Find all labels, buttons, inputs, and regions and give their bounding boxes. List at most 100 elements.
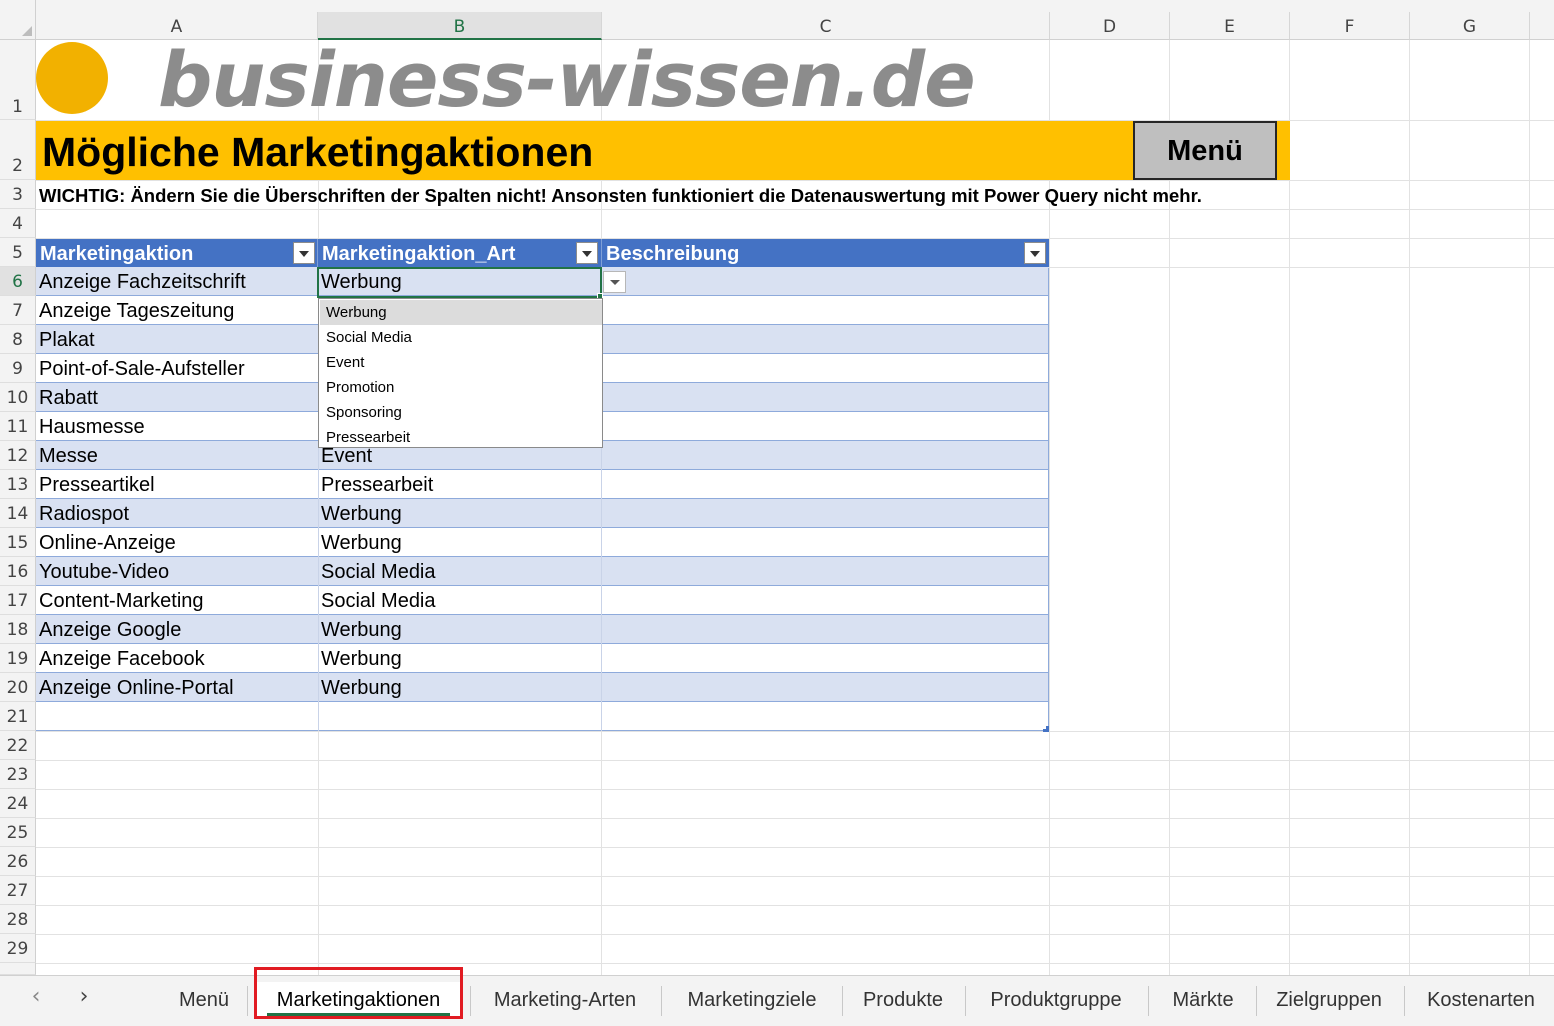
cell-art[interactable]: Werbung [318, 499, 602, 528]
cell-art[interactable]: Werbung [318, 528, 602, 557]
tab-scroll-left-icon[interactable]: ‹ [24, 984, 48, 1009]
row-header[interactable]: 7 [0, 296, 36, 325]
filter-dropdown-icon[interactable] [293, 242, 315, 264]
cell-marketingaktion[interactable]: Presseartikel [36, 470, 318, 499]
validation-list[interactable]: Werbung Social Media Event Promotion Spo… [318, 298, 603, 448]
cell-marketingaktion[interactable]: Anzeige Tageszeitung [36, 296, 318, 325]
table-row[interactable]: Anzeige Online-Portal Werbung [36, 673, 1049, 702]
cell-marketingaktion[interactable]: Youtube-Video [36, 557, 318, 586]
row-header[interactable]: 5 [0, 238, 36, 267]
row-header[interactable]: 13 [0, 470, 36, 499]
table-row[interactable]: Youtube-Video Social Media [36, 557, 1049, 586]
filter-dropdown-icon[interactable] [1024, 242, 1046, 264]
table-header-marketingaktion: Marketingaktion [36, 239, 318, 268]
validation-dropdown-icon[interactable] [603, 271, 626, 293]
list-option-promotion[interactable]: Promotion [320, 375, 602, 400]
tab-produkte[interactable]: Produkte [843, 982, 963, 1018]
menu-button[interactable]: Menü [1133, 121, 1277, 180]
table-row[interactable]: Presseartikel Pressearbeit [36, 470, 1049, 499]
active-cell[interactable] [317, 267, 602, 298]
row-header[interactable]: 21 [0, 702, 36, 731]
table-row[interactable]: Anzeige Google Werbung [36, 615, 1049, 644]
gridline [36, 789, 1554, 790]
select-all-corner[interactable] [0, 0, 36, 40]
cell-marketingaktion[interactable]: Anzeige Fachzeitschrift [36, 267, 318, 296]
table-row[interactable]: Online-Anzeige Werbung [36, 528, 1049, 557]
table-header-beschreibung: Beschreibung [602, 239, 1049, 268]
row-header[interactable]: 10 [0, 383, 36, 412]
list-option-event[interactable]: Event [320, 350, 602, 375]
row-header[interactable]: 20 [0, 673, 36, 702]
row-header[interactable]: 15 [0, 528, 36, 557]
tab-maerkte[interactable]: Märkte [1149, 982, 1257, 1018]
row-header[interactable]: 26 [0, 847, 36, 876]
cell-marketingaktion[interactable]: Point-of-Sale-Aufsteller [36, 354, 318, 383]
cell-art[interactable]: Social Media [318, 557, 602, 586]
tab-kostenarten[interactable]: Kostenarten [1408, 982, 1554, 1018]
row-header[interactable]: 19 [0, 644, 36, 673]
column-header-g[interactable]: G [1410, 12, 1530, 40]
column-header-d[interactable]: D [1050, 12, 1170, 40]
cell-marketingaktion[interactable]: Radiospot [36, 499, 318, 528]
cell-marketingaktion[interactable]: Online-Anzeige [36, 528, 318, 557]
highlight-box [254, 967, 463, 1019]
row-header[interactable]: 29 [0, 934, 36, 963]
gridline [36, 180, 1554, 181]
cell-art[interactable]: Werbung [318, 673, 602, 702]
row-header[interactable]: 3 [0, 180, 36, 209]
tab-zielgruppen[interactable]: Zielgruppen [1257, 982, 1401, 1018]
row-header[interactable]: 1 [0, 40, 36, 120]
table-row[interactable]: Anzeige Facebook Werbung [36, 644, 1049, 673]
row-header[interactable]: 6 [0, 267, 36, 296]
tab-produktgruppe[interactable]: Produktgruppe [966, 982, 1146, 1018]
cell-marketingaktion[interactable]: Plakat [36, 325, 318, 354]
cell-marketingaktion[interactable]: Anzeige Online-Portal [36, 673, 318, 702]
column-header-f[interactable]: F [1290, 12, 1410, 40]
row-header-partial [0, 963, 36, 975]
table-row[interactable]: Content-Marketing Social Media [36, 586, 1049, 615]
formula-area-edge [0, 0, 1554, 12]
row-header[interactable]: 24 [0, 789, 36, 818]
tab-separator [1404, 986, 1405, 1016]
column-header-e[interactable]: E [1170, 12, 1290, 40]
row-header[interactable]: 8 [0, 325, 36, 354]
cell-marketingaktion[interactable]: Rabatt [36, 383, 318, 412]
row-header[interactable]: 2 [0, 120, 36, 180]
cell-art[interactable]: Social Media [318, 586, 602, 615]
tab-menu[interactable]: Menü [162, 982, 246, 1018]
row-header[interactable]: 23 [0, 760, 36, 789]
cell-art[interactable]: Werbung [318, 644, 602, 673]
row-header[interactable]: 22 [0, 731, 36, 760]
row-header[interactable]: 17 [0, 586, 36, 615]
row-header[interactable]: 18 [0, 615, 36, 644]
row-header[interactable]: 25 [0, 818, 36, 847]
row-header[interactable]: 14 [0, 499, 36, 528]
row-header[interactable]: 12 [0, 441, 36, 470]
table-header-marketingaktion-art: Marketingaktion_Art [318, 239, 602, 268]
tab-marketing-arten[interactable]: Marketing-Arten [471, 982, 659, 1018]
row-header[interactable]: 4 [0, 209, 36, 238]
table-row[interactable]: Radiospot Werbung [36, 499, 1049, 528]
table-resize-handle[interactable] [1043, 726, 1049, 732]
cell-marketingaktion[interactable]: Anzeige Google [36, 615, 318, 644]
row-header[interactable]: 27 [0, 876, 36, 905]
row-header[interactable]: 28 [0, 905, 36, 934]
row-header[interactable]: 16 [0, 557, 36, 586]
cell-art[interactable]: Werbung [318, 615, 602, 644]
list-option-pressearbeit[interactable]: Pressearbeit [320, 425, 602, 450]
cell-marketingaktion[interactable]: Messe [36, 441, 318, 470]
cell-marketingaktion[interactable]: Content-Marketing [36, 586, 318, 615]
list-option-werbung[interactable]: Werbung [320, 300, 602, 325]
cell-marketingaktion[interactable]: Hausmesse [36, 412, 318, 441]
list-option-social-media[interactable]: Social Media [320, 325, 602, 350]
table-row-empty[interactable] [36, 702, 1049, 731]
cell-art[interactable]: Pressearbeit [318, 470, 602, 499]
gridline [36, 963, 1554, 964]
row-header[interactable]: 9 [0, 354, 36, 383]
list-option-sponsoring[interactable]: Sponsoring [320, 400, 602, 425]
row-header[interactable]: 11 [0, 412, 36, 441]
filter-dropdown-icon[interactable] [576, 242, 598, 264]
tab-scroll-right-icon[interactable]: › [72, 984, 96, 1009]
cell-marketingaktion[interactable]: Anzeige Facebook [36, 644, 318, 673]
tab-marketingziele[interactable]: Marketingziele [662, 982, 842, 1018]
